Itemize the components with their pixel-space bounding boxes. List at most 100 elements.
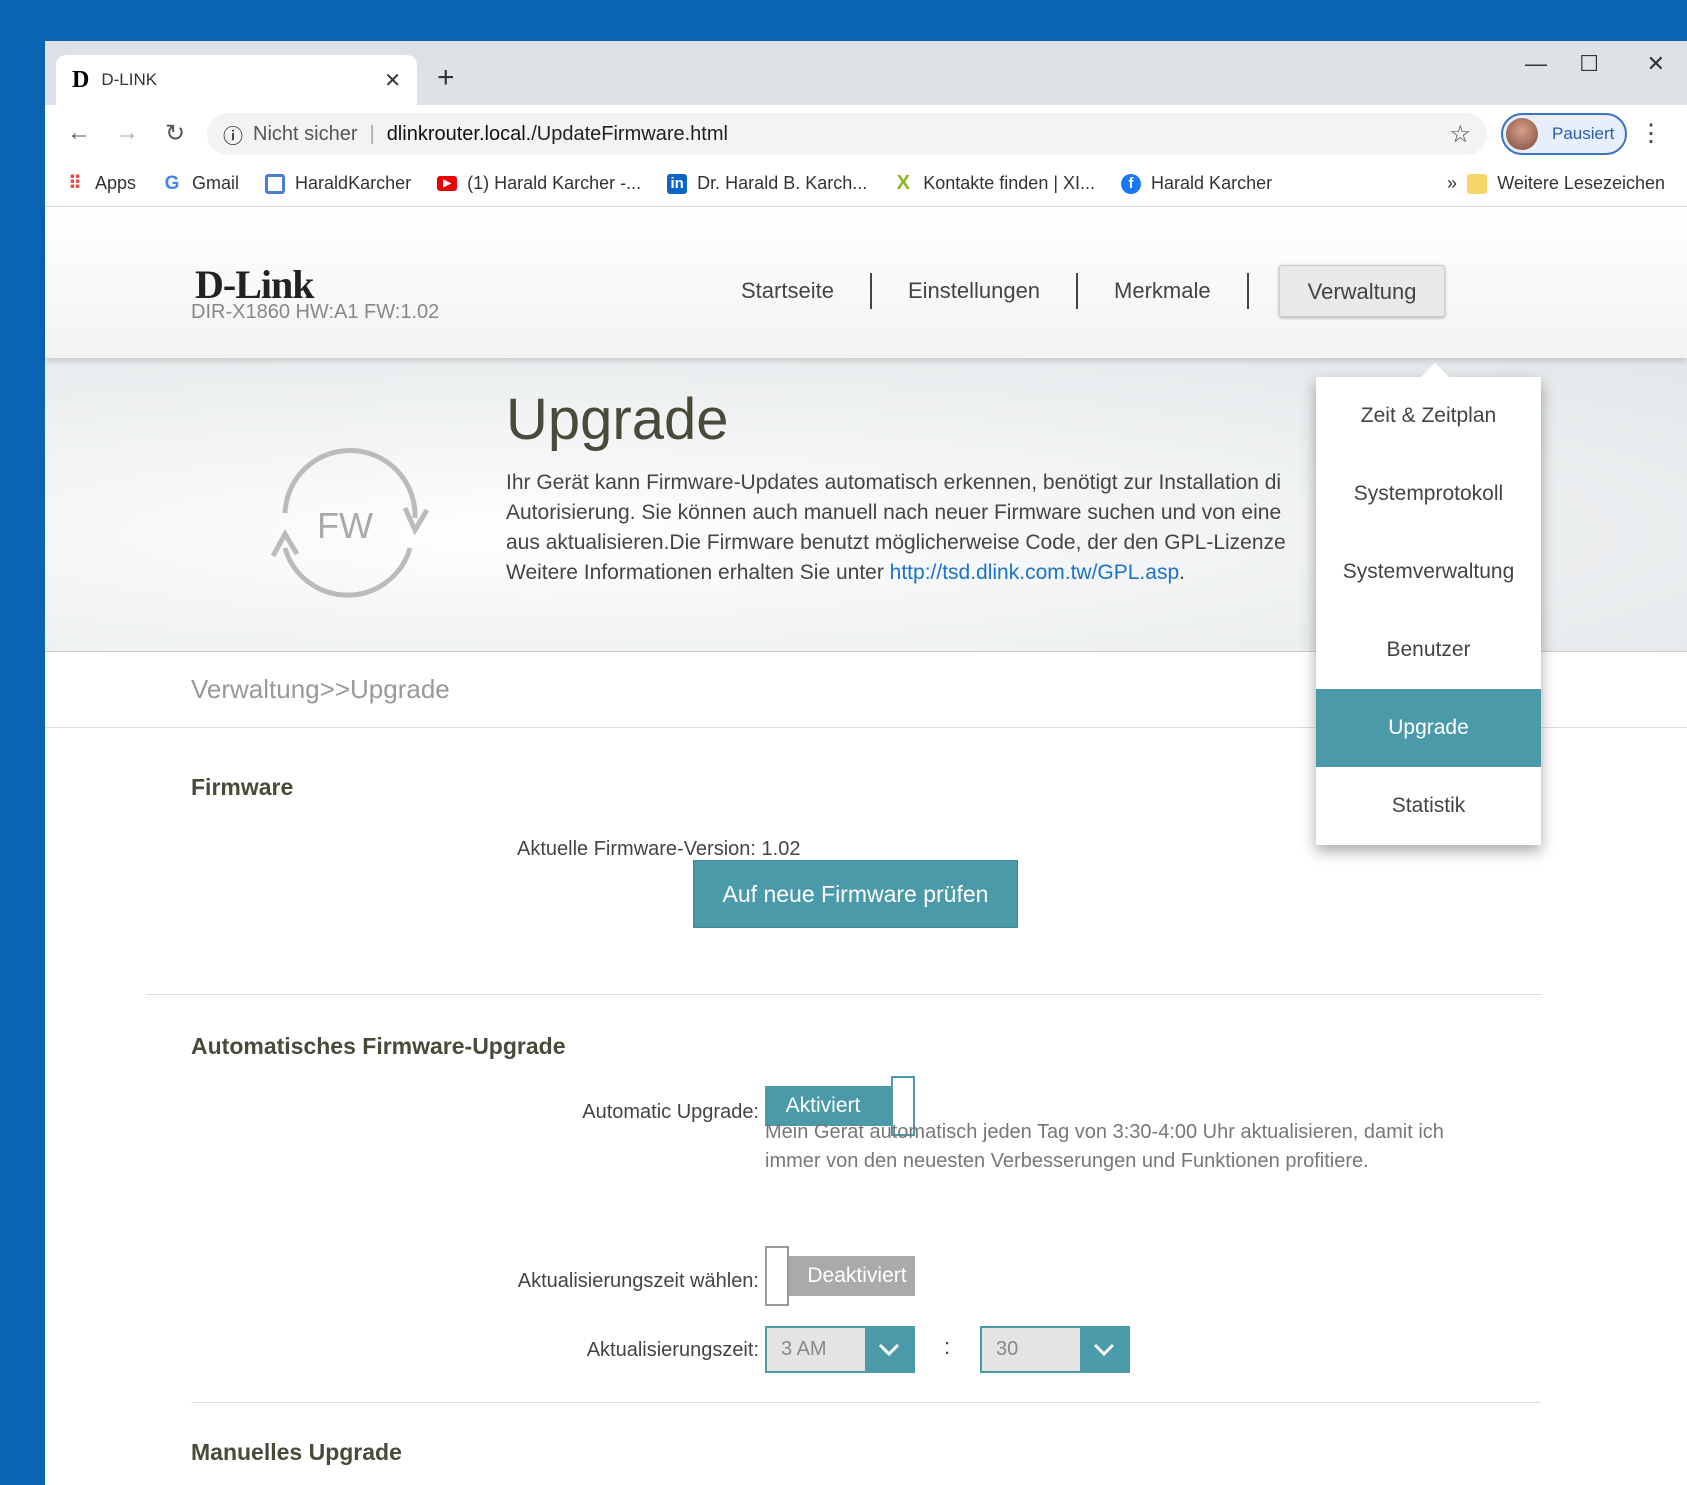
desc-line: aus aktualisieren.Die Firmware benutzt m… [506,531,1286,554]
check-firmware-button[interactable]: Auf neue Firmware prüfen [693,860,1018,928]
nav-verwaltung[interactable]: Verwaltung [1278,265,1446,317]
reload-icon[interactable]: ↻ [151,119,199,148]
google-icon: G [164,172,180,194]
bookmark-label: (1) Harald Karcher -... [467,173,642,193]
choose-time-label: Aktualisierungszeit wählen: [517,1270,759,1292]
address-row: ← → ↻ ⓘ Nicht sicher | dlinkrouter.local… [45,105,1687,161]
new-tab-icon[interactable]: + [437,61,455,95]
note-line: Mein Gerät automatisch jeden Tag von 3:3… [765,1121,1444,1143]
bookmark-label: Gmail [192,173,240,193]
page-description: Ihr Gerät kann Firmware-Updates automati… [506,468,1366,588]
profile-button[interactable]: Pausiert [1501,113,1627,155]
note-line: immer von den neuesten Verbesserungen un… [765,1150,1369,1172]
url-host: dlinkrouter.local. [386,122,532,145]
apps-grid-icon: ⠿ [68,173,82,193]
auto-upgrade-note: Mein Gerät automatisch jeden Tag von 3:3… [765,1118,1444,1176]
verwaltung-dropdown-menu: Zeit & Zeitplan Systemprotokoll Systemve… [1316,363,1541,845]
firmware-heading: Firmware [191,774,294,800]
firmware-update-icon: FW [270,447,430,598]
bookmark-star-icon[interactable]: ☆ [1449,120,1471,149]
tab-bar: D D-LINK ✕ + — ☐ ✕ [45,41,1687,105]
linkedin-icon: in [667,173,688,194]
update-time-label: Aktualisierungszeit: [586,1339,759,1361]
bookmark-label: HaraldKarcher [295,173,412,193]
time-colon: : [944,1334,951,1359]
model-info: DIR-X1860 HW:A1 FW:1.02 [191,301,440,323]
info-icon[interactable]: ⓘ [223,120,243,149]
address-bar[interactable]: ⓘ Nicht sicher | dlinkrouter.local./Upda… [207,113,1487,155]
avatar [1506,118,1538,150]
hour-select[interactable]: 3 AM [765,1326,915,1373]
bookmarks-bar: ⠿ Apps G Gmail HaraldKarcher ▶ (1) Harald K… [45,161,1687,207]
facebook-icon: f [1121,173,1142,194]
close-tab-icon[interactable]: ✕ [384,68,401,93]
youtube-icon: ▶ [437,176,458,191]
tab-title: D-LINK [101,70,158,89]
blog-icon [265,173,286,194]
minute-select[interactable]: 30 [980,1326,1130,1373]
gpl-link[interactable]: http://tsd.dlink.com.tw/GPL.asp [890,561,1179,584]
desc-line: Weitere Informationen erhalten Sie unter [506,561,890,584]
router-header: D-Link DIR-X1860 HW:A1 FW:1.02 Startseit… [45,207,1687,358]
dlink-favicon-icon: D [72,66,90,93]
folder-icon [1467,173,1488,194]
fw-icon-text: FW [317,505,373,546]
auto-upgrade-heading: Automatisches Firmware-Upgrade [191,1033,566,1059]
divider [191,1402,1541,1403]
close-window-icon[interactable]: ✕ [1647,51,1665,77]
choose-time-toggle[interactable]: Deaktiviert [765,1246,915,1306]
desc-suffix: . [1179,561,1185,584]
desc-line: Ihr Gerät kann Firmware-Updates automati… [506,471,1282,494]
nav-einstellungen[interactable]: Einstellungen [872,265,1076,317]
bookmark-blog[interactable]: HaraldKarcher [265,173,411,194]
bookmark-label: Dr. Harald B. Karch... [697,173,868,193]
separator: | [369,122,375,145]
nav-merkmale[interactable]: Merkmale [1078,265,1247,317]
version-label: Aktuelle Firmware-Version: [517,838,756,860]
firmware-version-label: Aktuelle Firmware-Version: 1.02 [517,838,800,861]
security-label: Nicht sicher [253,122,358,145]
other-bookmarks-label: Weitere Lesezeichen [1497,173,1665,193]
desc-line: Autorisierung. Sie können auch manuell n… [506,501,1282,524]
bookmark-xing[interactable]: X Kontakte finden | XI... [893,172,1096,194]
menu-item-zeit[interactable]: Zeit & Zeitplan [1316,377,1541,455]
maximize-icon[interactable]: ☐ [1579,51,1599,77]
bookmark-label: Apps [95,173,137,193]
bookmark-label: Harald Karcher [1151,173,1273,193]
chevron-down-icon [1080,1328,1128,1371]
minute-value: 30 [996,1338,1019,1360]
bookmark-linkedin[interactable]: in Dr. Harald B. Karch... [667,173,867,194]
menu-kebab-icon[interactable]: ⋮ [1639,119,1663,148]
nav-startseite[interactable]: Startseite [705,265,870,317]
profile-label: Pausiert [1552,124,1615,143]
hour-value: 3 AM [781,1338,827,1360]
manual-upgrade-heading: Manuelles Upgrade [191,1439,402,1465]
automatic-upgrade-label: Automatic Upgrade: [582,1101,759,1123]
menu-item-upgrade[interactable]: Upgrade [1316,689,1541,767]
menu-item-systemprotokoll[interactable]: Systemprotokoll [1316,455,1541,533]
bookmarks-overflow[interactable]: » [1447,173,1457,194]
chevron-down-icon [865,1328,913,1371]
toggle-knob [765,1246,789,1306]
bookmark-gmail[interactable]: G Gmail [162,173,239,194]
bookmark-facebook[interactable]: f Harald Karcher [1121,173,1272,194]
bookmark-apps[interactable]: ⠿ Apps [65,173,136,194]
page-title: Upgrade [506,387,729,452]
main-nav: Startseite Einstellungen Merkmale Verwal… [705,265,1446,317]
nav-divider [1246,273,1249,309]
back-icon[interactable]: ← [55,119,103,147]
minimize-icon[interactable]: — [1525,51,1547,77]
xing-icon: X [896,172,910,194]
bookmark-youtube[interactable]: ▶ (1) Harald Karcher -... [437,173,641,194]
firmware-version: 1.02 [761,838,801,860]
menu-item-benutzer[interactable]: Benutzer [1316,611,1541,689]
url-path: /UpdateFirmware.html [531,122,728,145]
forward-icon[interactable]: → [103,119,151,147]
other-bookmarks[interactable]: Weitere Lesezeichen [1467,173,1665,194]
bookmark-label: Kontakte finden | XI... [923,173,1096,193]
menu-item-statistik[interactable]: Statistik [1316,767,1541,845]
tab-dlink[interactable]: D D-LINK ✕ [56,55,417,105]
toggle-state: Deaktiviert [789,1256,915,1296]
divider [146,994,1542,995]
menu-item-systemverwaltung[interactable]: Systemverwaltung [1316,533,1541,611]
